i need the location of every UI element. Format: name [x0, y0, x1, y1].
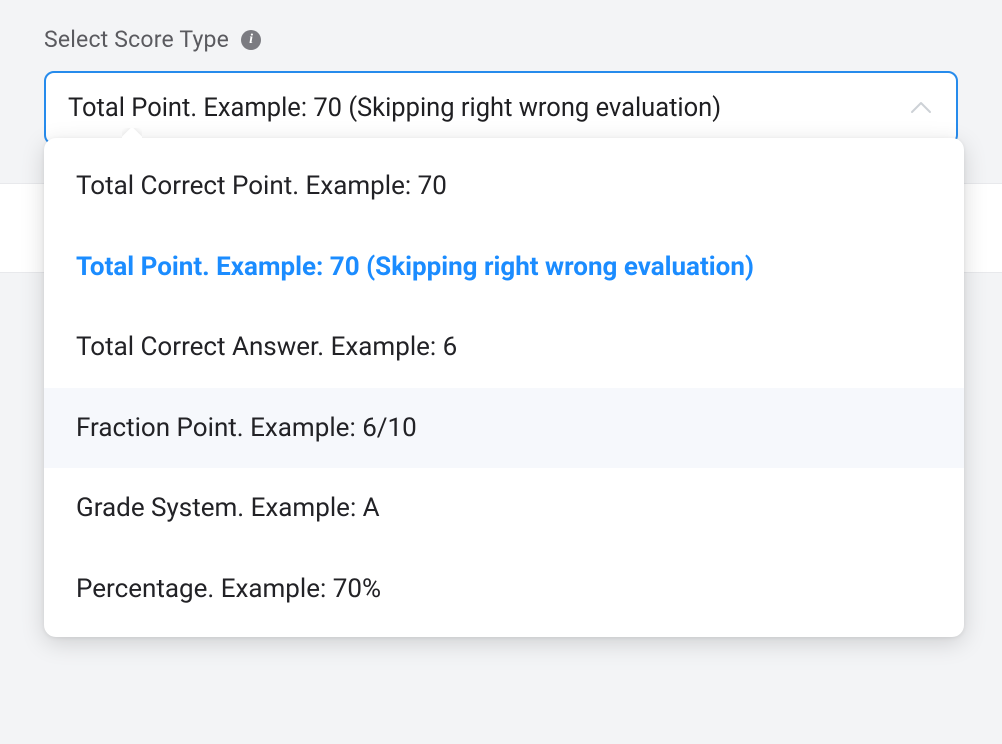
score-type-option[interactable]: Percentage. Example: 70% — [44, 549, 964, 630]
option-label: Percentage. Example: 70% — [76, 574, 381, 604]
score-type-select[interactable]: Total Point. Example: 70 (Skipping right… — [44, 71, 958, 145]
score-type-option[interactable]: Total Correct Answer. Example: 6 — [44, 307, 964, 388]
form-section: Select Score Type i Total Point. Example… — [0, 0, 1002, 145]
option-label: Fraction Point. Example: 6/10 — [76, 413, 417, 443]
score-type-option[interactable]: Total Correct Point. Example: 70 — [44, 146, 964, 227]
option-label: Grade System. Example: A — [76, 493, 380, 523]
select-value: Total Point. Example: 70 (Skipping right… — [68, 93, 721, 123]
chevron-up-icon — [910, 101, 932, 115]
score-type-option[interactable]: Grade System. Example: A — [44, 468, 964, 549]
option-label: Total Correct Point. Example: 70 — [76, 171, 447, 201]
score-type-option[interactable]: Fraction Point. Example: 6/10 — [44, 388, 964, 469]
dropdown-arrow-icon — [122, 128, 142, 138]
score-type-dropdown[interactable]: Total Correct Point. Example: 70 Total Po… — [44, 138, 964, 637]
field-label-row: Select Score Type i — [44, 26, 958, 53]
option-label: Total Point. Example: 70 (Skipping right… — [76, 252, 754, 282]
option-label: Total Correct Answer. Example: 6 — [76, 332, 457, 362]
score-type-option[interactable]: Total Point. Example: 70 (Skipping right… — [44, 227, 964, 308]
info-icon[interactable]: i — [241, 30, 261, 50]
field-label: Select Score Type — [44, 26, 229, 53]
